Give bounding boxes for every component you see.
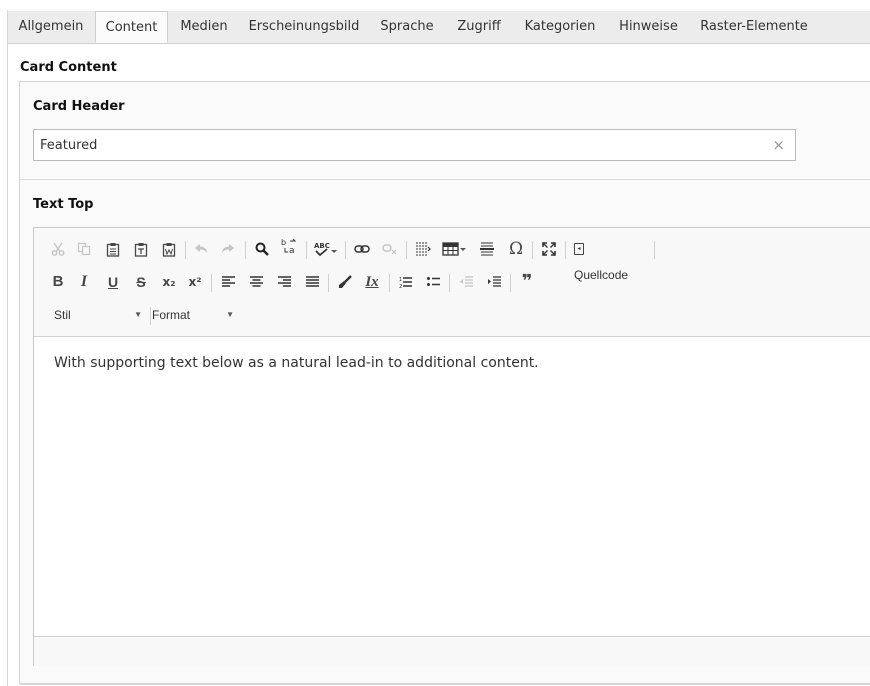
bulleted-list-icon[interactable] [421,269,445,295]
align-left-icon[interactable] [216,269,240,295]
source-label: Quellcode [574,268,629,282]
tab-kategorien[interactable]: Kategorien [513,11,607,43]
align-center-icon[interactable] [244,269,268,295]
svg-text:ABC: ABC [314,242,330,250]
style-dropdown[interactable]: Stil ▼ [54,302,142,328]
format-dropdown-label: Format [152,308,191,322]
toolbar-separator [654,241,655,259]
tab-hinweise[interactable]: Hinweise [608,11,689,43]
svg-text:2: 2 [399,284,402,289]
horizontal-rule-icon[interactable] [475,236,499,262]
tab-content[interactable]: Content [95,11,168,43]
card-header-field[interactable]: × [33,129,796,161]
tab-raster-elemente[interactable]: Raster-Elemente [690,11,818,43]
toolbar-separator [211,274,212,292]
italic-icon[interactable]: I [72,269,96,295]
toolbar-separator [406,241,407,259]
undo-icon[interactable] [189,236,213,262]
bold-icon[interactable]: B [46,269,70,295]
toolbar-separator [510,274,511,292]
rich-text-editor: ba ABC Ω ◂Quellcode B I U S x₂ x² Ix 1 2… [33,227,870,667]
tab-medien[interactable]: Medien [169,11,239,43]
card-content-title: Card Content [20,60,117,75]
tab-erscheinungsbild[interactable]: Erscheinungsbild [240,11,368,43]
align-justify-icon[interactable] [300,269,324,295]
text-top-label: Text Top [33,197,94,212]
show-blocks-icon[interactable] [411,236,435,262]
tab-sprache[interactable]: Sprache [369,11,445,43]
strike-icon[interactable]: S [129,269,153,295]
subscript-icon[interactable]: x₂ [157,269,181,295]
outdent-icon[interactable] [454,269,478,295]
numbered-list-icon[interactable]: 12 [393,269,417,295]
chevron-down-icon: ▼ [134,310,142,319]
redo-icon[interactable] [216,236,240,262]
link-icon[interactable] [350,236,374,262]
section-divider [20,684,870,685]
paste-word-icon[interactable] [157,236,181,262]
editor-content[interactable]: With supporting text below as a natural … [54,355,539,371]
align-right-icon[interactable] [272,269,296,295]
spellcheck-icon[interactable]: ABC [311,236,341,262]
style-dropdown-label: Stil [54,308,71,322]
maximize-icon[interactable] [537,236,561,262]
tab-allgemein[interactable]: Allgemein [8,11,94,43]
cut-icon[interactable] [46,236,70,262]
editor-status-bar [34,636,870,667]
source-icon: ◂ [574,242,584,255]
clear-icon[interactable]: × [772,136,785,154]
editor-toolbar: ba ABC Ω ◂Quellcode B I U S x₂ x² Ix 1 2… [34,228,870,337]
svg-text:b: b [281,238,286,247]
blockquote-icon[interactable]: ❞ [515,269,539,295]
special-char-icon[interactable]: Ω [504,236,528,262]
card-header-input[interactable] [34,130,760,160]
find-icon[interactable] [250,236,274,262]
chevron-down-icon: ▼ [226,310,234,319]
card-header-label: Card Header [33,99,125,114]
source-button[interactable]: ◂ Quellcode [574,236,628,282]
toolbar-separator [565,241,566,259]
paste-text-icon[interactable] [129,236,153,262]
remove-format-icon[interactable]: Ix [360,269,384,295]
toolbar-separator [245,241,246,259]
toolbar-separator [306,241,307,259]
tab-zugriff[interactable]: Zugriff [446,11,512,43]
section-divider [20,179,870,180]
paste-icon[interactable] [101,236,125,262]
unlink-icon[interactable] [378,236,402,262]
replace-icon[interactable]: ba [277,236,301,264]
copy-icon[interactable] [72,236,96,262]
underline-icon[interactable]: U [101,269,125,295]
svg-text:a: a [289,246,295,254]
copy-format-icon[interactable] [333,269,357,295]
toolbar-separator [328,274,329,292]
indent-icon[interactable] [482,269,506,295]
toolbar-separator [185,241,186,259]
toolbar-separator [345,241,346,259]
toolbar-separator [532,241,533,259]
toolbar-separator [150,307,151,325]
table-icon[interactable] [440,236,468,262]
tab-bar: Allgemein Content Medien Erscheinungsbil… [8,11,870,44]
format-dropdown[interactable]: Format ▼ [152,302,242,328]
toolbar-separator [449,274,450,292]
toolbar-separator [389,274,390,292]
svg-text:1: 1 [399,277,402,283]
superscript-icon[interactable]: x² [183,269,207,295]
